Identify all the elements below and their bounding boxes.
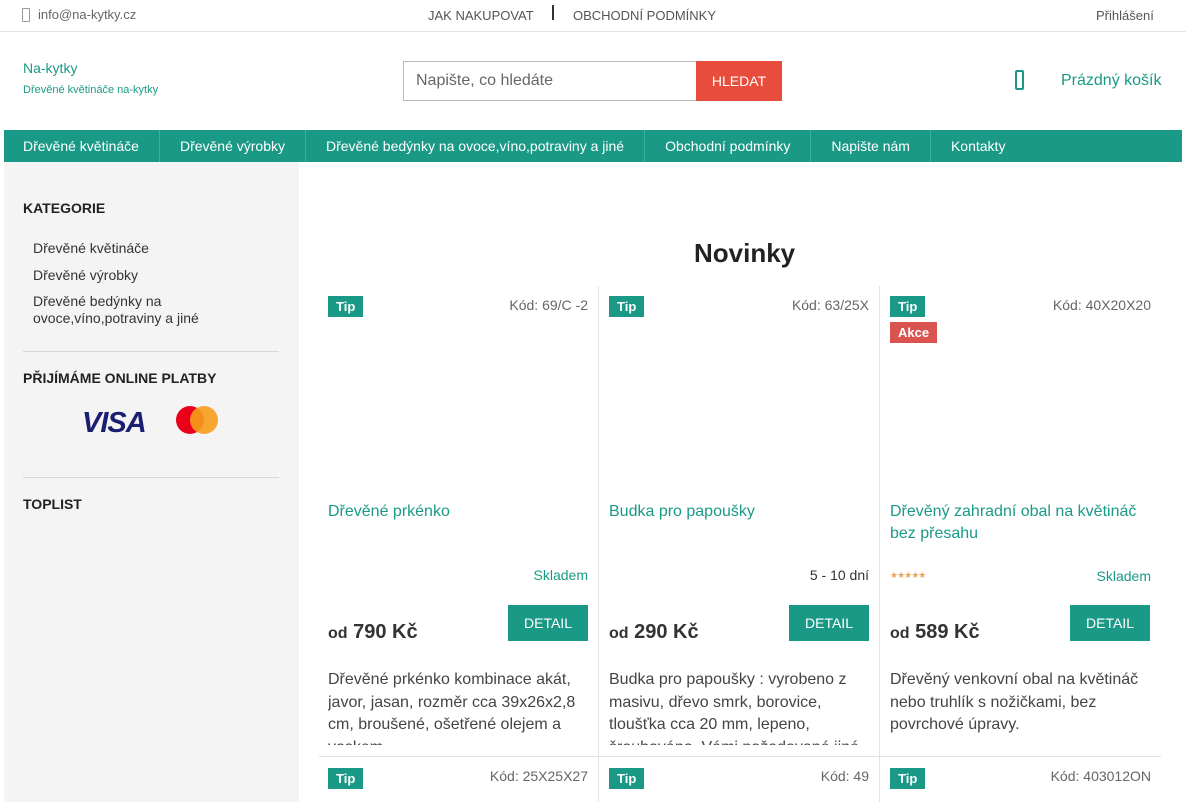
product-code: Kód: 40X20X20 [1052, 297, 1151, 313]
menu-item-wooden-planters[interactable]: Dřevěné květináče [4, 130, 160, 162]
logo-title[interactable]: Na-kytky [23, 60, 77, 76]
search-input[interactable] [403, 61, 697, 101]
product-code: Kód: 25X25X27 [489, 768, 588, 784]
tip-badge: Tip [609, 768, 645, 789]
price-value: 790 Kč [353, 621, 418, 643]
sidebar: KATEGORIE Dřevěné květináče Dřevěné výro… [4, 162, 299, 802]
section-title: Novinky [694, 238, 796, 268]
search-button[interactable]: HLEDAT [696, 61, 782, 101]
toplist-heading: TOPLIST [23, 496, 82, 512]
product-card: Tip Kód: 69/C -2 Dřevěné prkénko Skladem… [318, 286, 599, 756]
product-name[interactable]: Dřevěný zahradní obal na květináč bez př… [890, 501, 1150, 545]
visa-logo: VISA [82, 407, 147, 439]
sale-badge: Akce [890, 322, 938, 343]
price-value: 290 Kč [634, 621, 699, 643]
product-description: Dřevěný venkovní obal na květináč nebo t… [890, 671, 1139, 733]
price-prefix: od [328, 625, 348, 642]
product-description: Dřevěné prkénko kombinace akát, javor, j… [328, 671, 576, 745]
product-price: od 589 Kč [890, 621, 980, 644]
cart-link[interactable]: Prázdný košík [1061, 72, 1161, 90]
product-card: Tip Kód: 63/25X Budka pro papoušky 5 - 1… [599, 286, 880, 756]
menu-item-wooden-crates[interactable]: Dřevěné bedýnky na ovoce,víno,potraviny … [306, 130, 646, 162]
product-name[interactable]: Budka pro papoušky [609, 501, 869, 523]
sidebar-divider [23, 477, 279, 478]
product-card: Tip Akce Kód: 40X20X20 Dřevěný zahradní … [880, 286, 1161, 756]
price-prefix: od [609, 625, 629, 642]
availability: 5 - 10 dní [809, 567, 869, 583]
product-code: Kód: 69/C -2 [509, 297, 588, 313]
availability: Skladem [533, 567, 588, 583]
email-text: info@na-kytky.cz [38, 7, 137, 22]
price-prefix: od [890, 625, 910, 642]
category-item[interactable]: Dřevěné bedýnky na ovoce,víno,potraviny … [33, 293, 233, 327]
menu-item-terms[interactable]: Obchodní podmínky [645, 130, 812, 162]
login-link[interactable]: Přihlášení [1096, 8, 1154, 23]
detail-button[interactable]: DETAIL [1070, 605, 1150, 641]
price-value: 589 Kč [915, 621, 980, 643]
tip-badge: Tip [328, 768, 364, 789]
tip-badge: Tip [890, 768, 926, 789]
sidebar-divider [23, 351, 279, 352]
email-link[interactable]: info@na-kytky.cz [22, 7, 136, 22]
product-card: Tip Kód: 25X25X27 [318, 757, 599, 802]
menu-item-wooden-products[interactable]: Dřevěné výrobky [160, 130, 306, 162]
cart-icon[interactable] [1015, 70, 1024, 90]
rating-stars: ★★★★★ [890, 570, 926, 580]
product-description: Budka pro papoušky : vyrobeno z masivu, … [609, 671, 859, 745]
tip-badge: Tip [890, 296, 926, 317]
tip-badge: Tip [328, 296, 364, 317]
tip-badge: Tip [609, 296, 645, 317]
product-price: od 290 Kč [609, 621, 699, 644]
logo-subtitle[interactable]: Dřevěné květináče na-kytky [23, 84, 158, 96]
product-card: Tip Kód: 403012ON [880, 757, 1161, 802]
menu-item-contacts[interactable]: Kontakty [931, 130, 1025, 162]
category-item[interactable]: Dřevěné květináče [33, 240, 233, 257]
detail-button[interactable]: DETAIL [789, 605, 869, 641]
terms-link[interactable]: OBCHODNÍ PODMÍNKY [573, 8, 716, 23]
product-price: od 790 Kč [328, 621, 418, 644]
mastercard-logo [176, 406, 218, 434]
product-card: Tip Kód: 49 [599, 757, 880, 802]
top-bar: info@na-kytky.cz JAK NAKUPOVAT OBCHODNÍ … [0, 0, 1186, 32]
menu-item-write-us[interactable]: Napište nám [811, 130, 931, 162]
product-name[interactable]: Dřevěné prkénko [328, 501, 588, 523]
how-to-buy-link[interactable]: JAK NAKUPOVAT [428, 8, 534, 23]
main-menu: Dřevěné květináče Dřevěné výrobky Dřevěn… [4, 130, 1182, 162]
product-code: Kód: 403012ON [1050, 768, 1151, 784]
detail-button[interactable]: DETAIL [508, 605, 588, 641]
product-code: Kód: 63/25X [791, 297, 869, 313]
category-item[interactable]: Dřevěné výrobky [33, 267, 233, 284]
payments-heading: PŘIJÍMÁME ONLINE PLATBY [23, 370, 217, 386]
product-code: Kód: 49 [820, 768, 869, 784]
topbar-separator [552, 5, 554, 20]
categories-heading: KATEGORIE [23, 200, 106, 216]
availability: Skladem [1096, 568, 1151, 584]
phone-icon [22, 7, 30, 22]
